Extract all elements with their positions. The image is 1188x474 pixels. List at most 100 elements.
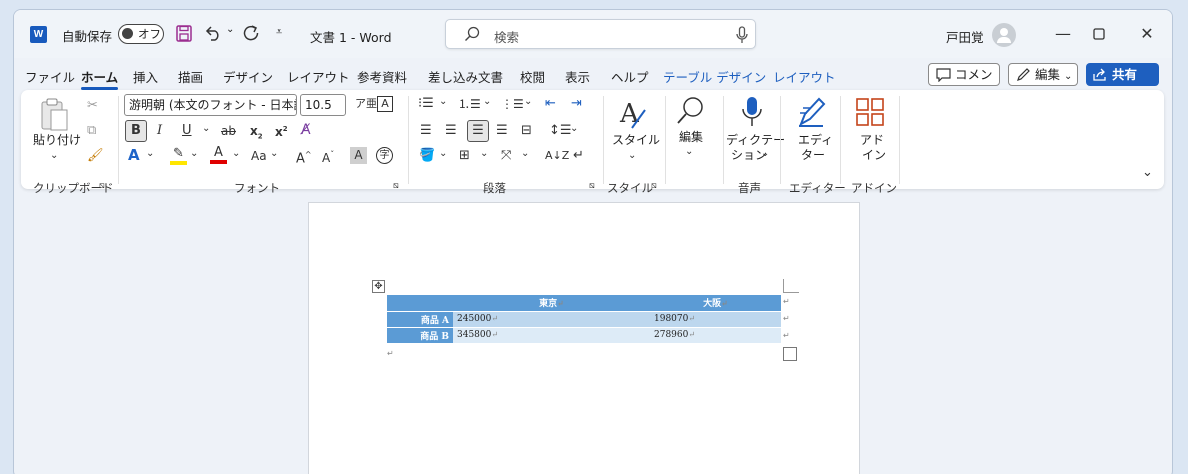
paste-label[interactable]: 貼り付け [33,133,81,148]
tab-insert[interactable]: 挿入 [133,67,158,86]
asian-layout-icon[interactable]: ⤧ [501,148,511,164]
format-painter-icon[interactable]: 🖌 [87,148,104,164]
editor-label-1[interactable]: エディ [798,133,833,148]
close-icon[interactable]: ✕ [1135,22,1159,46]
borders-icon[interactable]: ⊞ [459,148,470,164]
italic-icon[interactable]: I [157,123,162,139]
table-cell[interactable]: 商品 A [387,311,453,328]
distributed-icon[interactable]: ⊟ [521,123,532,139]
editor-icon[interactable] [797,96,827,132]
styles-launcher-icon[interactable]: ⧅ [651,178,657,194]
table-cell[interactable]: 東京↵ [453,295,650,312]
tab-references[interactable]: 参考資料 [357,67,407,86]
enclose-characters-icon[interactable]: 字 [376,147,393,164]
highlight-color-icon[interactable]: ✎ [170,146,187,165]
comment-button[interactable]: コメント [928,63,1000,103]
paragraph-launcher-icon[interactable]: ⧅ [589,178,595,194]
underline-chevron-icon[interactable]: ⌄ [202,121,210,137]
numbering-chevron-icon[interactable]: ⌄ [483,94,491,110]
search-box[interactable]: 検索 [445,19,756,49]
multilevel-chevron-icon[interactable]: ⌄ [524,94,532,110]
align-right-icon[interactable]: ☰ [467,120,489,142]
text-effects-chevron-icon[interactable]: ⌄ [146,146,154,162]
paste-chevron-icon[interactable]: ⌄ [50,148,58,164]
borders-chevron-icon[interactable]: ⌄ [480,146,488,162]
addins-label-1[interactable]: アド [860,133,884,148]
show-formatting-marks-icon[interactable]: ↵ [573,148,584,164]
font-launcher-icon[interactable]: ⧅ [393,178,399,194]
minimize-icon[interactable]: — [1051,22,1075,46]
editor-label-2[interactable]: ター [801,148,825,163]
underline-icon[interactable]: U [182,123,192,139]
shading-chevron-icon[interactable]: ⌄ [439,146,447,162]
avatar[interactable] [992,23,1016,47]
table-cell[interactable]: 大阪↵ [650,295,781,312]
bullets-chevron-icon[interactable]: ⌄ [439,94,447,110]
line-spacing-chevron-icon[interactable]: ⌄ [570,121,578,137]
character-border-icon[interactable]: A [377,96,393,112]
microphone-icon[interactable] [736,26,748,48]
clipboard-launcher-icon[interactable]: ⧅ [99,178,105,194]
superscript-icon[interactable]: x2 [275,121,288,140]
addins-label-2[interactable]: イン [862,148,886,163]
bullets-icon[interactable]: ⁝☰ [418,96,434,112]
align-center-icon[interactable]: ☰ [445,123,457,139]
editing-chevron-icon[interactable]: ⌄ [685,144,693,160]
table-move-handle-icon[interactable]: ✥ [372,280,385,293]
increase-indent-icon[interactable]: ⇥ [571,96,582,112]
find-icon[interactable] [675,96,705,130]
tab-view[interactable]: 表示 [565,67,590,86]
table-cell[interactable]: 278960↵ [650,327,781,344]
subscript-icon[interactable]: x2 [250,123,263,144]
addins-icon[interactable] [856,98,884,130]
numbering-icon[interactable]: ⒈☰ [458,96,481,112]
decrease-indent-icon[interactable]: ⇤ [545,96,556,112]
font-color-chevron-icon[interactable]: ⌄ [232,146,240,162]
table-resize-handle[interactable] [783,347,797,361]
line-spacing-icon[interactable]: ↕☰ [549,123,572,139]
highlight-chevron-icon[interactable]: ⌄ [190,146,198,162]
font-size-combo[interactable]: 10.5 [300,94,346,116]
grow-font-icon[interactable]: A^ [296,147,312,167]
save-icon[interactable] [176,25,192,46]
document-page[interactable]: ✥ 東京↵ 大阪↵ 商品 A 245000↵ 198070↵ 商品 B 3458… [308,202,860,474]
tab-draw[interactable]: 描画 [178,67,203,86]
paste-icon[interactable] [39,98,69,136]
tab-home[interactable]: ホーム [81,67,119,90]
phonetic-guide-icon[interactable]: ア亜 [355,96,377,112]
tab-file[interactable]: ファイル [25,67,75,86]
font-color-icon[interactable]: A [210,145,227,164]
customize-toolbar-icon[interactable]: ⩡ [276,25,282,39]
edit-mode-button[interactable]: 編集 ⌄ [1008,63,1078,86]
collapse-ribbon-icon[interactable]: ⌄ [1142,165,1153,181]
text-effects-icon[interactable]: A [128,147,140,163]
justify-icon[interactable]: ☰ [496,123,508,139]
cut-icon[interactable]: ✂ [87,98,98,114]
table-cell[interactable] [387,295,453,312]
tab-review[interactable]: 校閲 [520,67,545,86]
table-cell[interactable]: 345800↵ [453,327,650,344]
asian-layout-chevron-icon[interactable]: ⌄ [521,146,529,162]
shrink-font-icon[interactable]: Aˇ [322,147,334,166]
undo-icon[interactable] [204,25,222,45]
editing-label[interactable]: 編集 [679,130,703,145]
redo-icon[interactable] [242,24,260,46]
character-shading-icon[interactable]: A [350,147,367,164]
bold-icon[interactable]: B [125,120,147,142]
table-cell[interactable]: 商品 B [387,327,453,344]
sort-icon[interactable]: A↓Z [545,148,569,164]
tab-mailings[interactable]: 差し込み文書 [428,67,503,86]
share-button[interactable]: 共有⌄ [1086,63,1159,105]
maximize-icon[interactable] [1087,22,1111,46]
styles-chevron-icon[interactable]: ⌄ [628,148,636,164]
clear-formatting-icon[interactable]: A̸ [301,122,311,138]
tab-table-design[interactable]: テーブル デザイン [663,67,766,86]
change-case-icon[interactable]: Aa [251,148,267,164]
align-left-icon[interactable]: ☰ [420,123,432,139]
change-case-chevron-icon[interactable]: ⌄ [270,146,278,162]
shading-icon[interactable]: 🪣 [419,148,435,164]
table-cell[interactable]: 245000↵ [453,311,650,328]
tab-layout[interactable]: レイアウト [287,67,350,86]
autosave-toggle[interactable]: オフ [118,24,164,44]
multilevel-list-icon[interactable]: ⋮☰ [501,96,524,112]
